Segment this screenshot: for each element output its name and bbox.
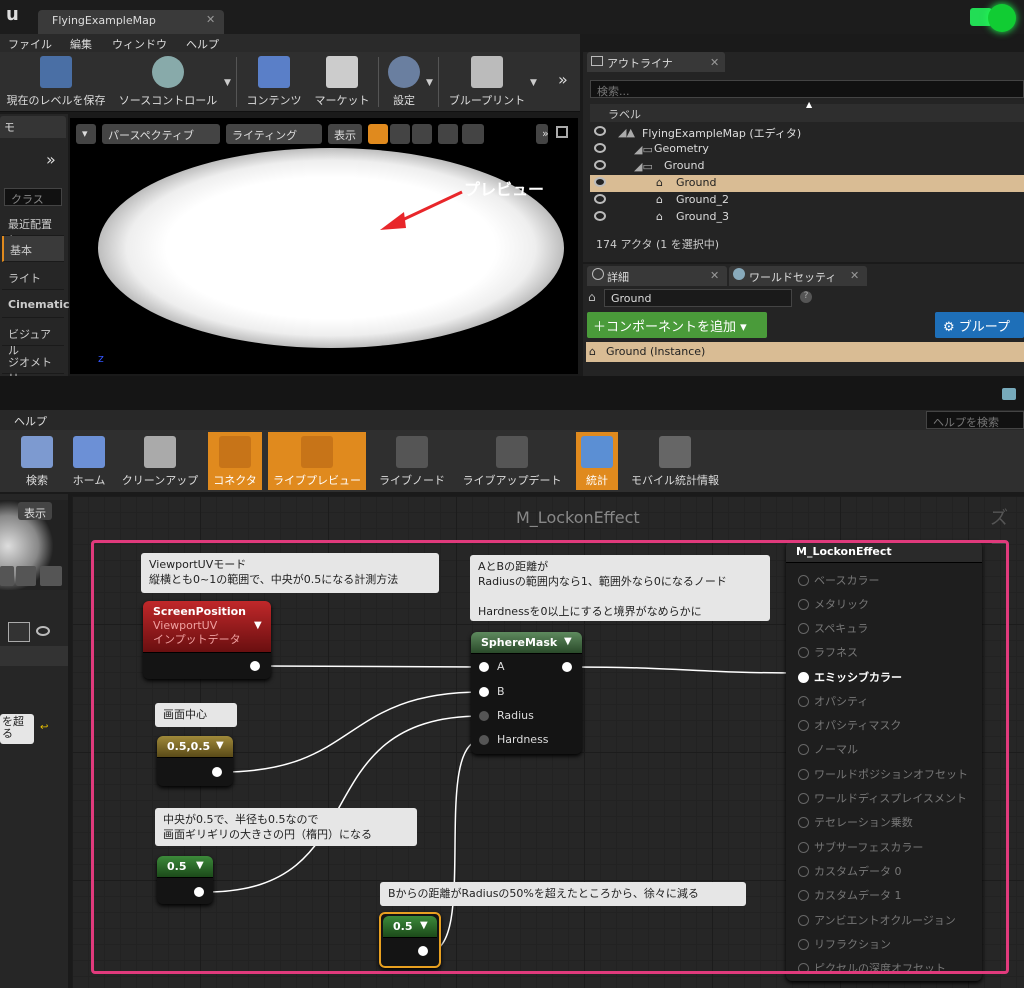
highlight-frame — [91, 540, 1009, 974]
